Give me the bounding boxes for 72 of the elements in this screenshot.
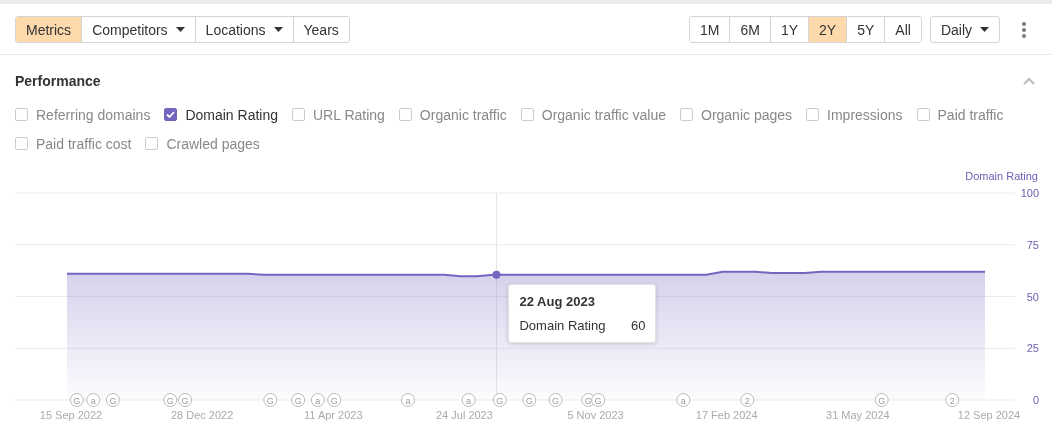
- annotation: G: [878, 395, 886, 406]
- more-icon[interactable]: [1022, 21, 1026, 38]
- checkbox-label: Organic pages: [701, 106, 793, 123]
- annotation: G: [594, 395, 602, 406]
- annotation: G: [181, 395, 189, 406]
- y-tick-label: 25: [1026, 342, 1039, 355]
- range-tab[interactable]: 2Y: [809, 17, 848, 42]
- event-marker[interactable]: G: [548, 393, 563, 407]
- event-marker[interactable]: a: [461, 393, 476, 407]
- annotation: G: [330, 395, 338, 406]
- checkbox-label: Referring domains: [36, 106, 151, 123]
- annotation: G: [552, 395, 560, 406]
- annotation: a: [315, 395, 321, 406]
- annotation: G: [525, 395, 533, 406]
- annotation: G: [584, 395, 592, 406]
- y-tick-label: 100: [1020, 187, 1039, 199]
- annotation: a: [466, 395, 472, 406]
- checkbox-label: Organic traffic value: [541, 106, 666, 123]
- event-marker[interactable]: G: [874, 393, 889, 407]
- x-tick-label: 5 Nov 2023: [567, 409, 624, 421]
- caret-icon: [273, 27, 283, 32]
- annotation: G: [266, 395, 274, 406]
- event-marker[interactable]: G: [327, 393, 342, 407]
- x-tick-label: 11 Apr 2023: [304, 409, 363, 421]
- event-marker[interactable]: G: [163, 393, 178, 407]
- annotation: G: [109, 395, 117, 406]
- axis-title: Domain Rating: [965, 170, 1038, 182]
- tooltip-label: Domain Rating: [519, 317, 606, 333]
- annotation: 2: [744, 395, 750, 406]
- checkbox-label: Organic traffic: [419, 106, 507, 123]
- checkbox-label: Impressions: [827, 106, 903, 123]
- tooltip-date: 22 Aug 2023: [519, 293, 596, 309]
- annotation: a: [90, 395, 96, 406]
- x-tick-label: 24 Jul 2023: [436, 409, 493, 421]
- event-marker[interactable]: G: [492, 393, 507, 407]
- annotation: a: [680, 395, 686, 406]
- checkbox-label: Crawled pages: [166, 135, 260, 152]
- y-tick-label: 50: [1026, 290, 1039, 303]
- annotation: a: [405, 395, 411, 406]
- annotation: G: [496, 395, 504, 406]
- x-tick-label: 28 Dec 2022: [170, 409, 234, 421]
- caret-icon: [980, 27, 989, 32]
- event-marker[interactable]: a: [86, 393, 101, 407]
- event-marker[interactable]: a: [310, 393, 325, 407]
- checkbox[interactable]: [164, 108, 178, 121]
- chevron-icon[interactable]: [1023, 77, 1035, 85]
- event-marker[interactable]: 2: [740, 393, 755, 407]
- toolbar-tab[interactable]: Metrics: [16, 17, 83, 42]
- annotation: 2: [949, 395, 955, 406]
- checkbox-label: Paid traffic: [937, 106, 1004, 123]
- annotation: G: [166, 395, 174, 406]
- hover-point: [492, 270, 501, 279]
- event-marker[interactable]: G: [263, 393, 278, 407]
- checkbox-label: Paid traffic cost: [36, 135, 132, 152]
- event-marker[interactable]: a: [676, 393, 691, 407]
- event-marker[interactable]: 2: [945, 393, 960, 407]
- interval-dropdown[interactable]: Daily: [929, 16, 1000, 43]
- annotation: G: [73, 395, 81, 406]
- range-tab[interactable]: 1M: [690, 17, 731, 42]
- y-tick-label: 0: [1032, 394, 1039, 406]
- checkbox-label: URL Rating: [313, 106, 385, 123]
- annotation: G: [294, 395, 302, 406]
- event-marker[interactable]: G: [522, 393, 537, 407]
- x-tick-label: 12 Sep 2024: [957, 409, 1021, 421]
- tooltip-value: 60: [631, 317, 646, 333]
- y-tick-label: 75: [1026, 238, 1039, 251]
- section-title: Performance: [15, 73, 101, 89]
- x-tick-label: 15 Sep 2022: [39, 409, 103, 421]
- x-tick-label: 31 May 2024: [826, 409, 890, 421]
- x-tick-label: 17 Feb 2024: [695, 409, 758, 421]
- checkbox-label: Domain Rating: [185, 106, 278, 123]
- caret-icon: [175, 27, 185, 32]
